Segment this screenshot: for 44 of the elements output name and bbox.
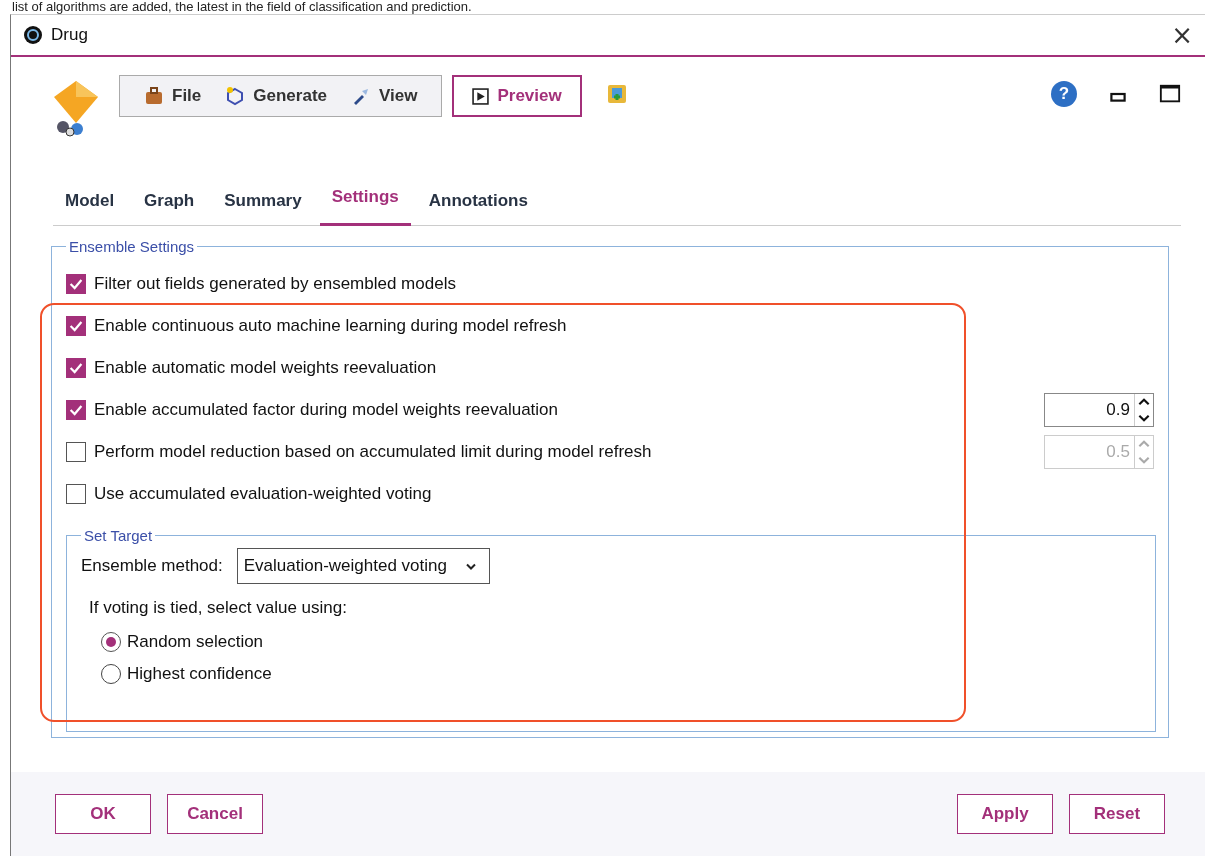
menu-item[interactable]: File (138, 84, 208, 108)
method-dropdown[interactable]: Evaluation-weighted voting (236, 548, 490, 584)
chevron-icon (464, 561, 477, 571)
checkbox[interactable] (66, 358, 86, 378)
hexagon-icon (225, 86, 246, 106)
field-label: Ensemble method: (81, 556, 223, 576)
dialog-button[interactable]: Apply (957, 794, 1053, 834)
window-title: Drug (51, 25, 88, 45)
dialog-button[interactable]: OK (55, 794, 151, 834)
checkbox[interactable] (66, 442, 86, 462)
preview-button[interactable]: Preview (452, 75, 582, 117)
dialog-button[interactable]: Cancel (167, 794, 263, 834)
caption-text: list of algorithms are added, the latest in the field of classification and prediction. (11, 0, 473, 14)
help-button[interactable]: ? (1051, 81, 1077, 107)
radio-label: Highest confidence (127, 664, 272, 684)
close-button[interactable]: × (1167, 20, 1197, 50)
tie-label: If voting is tied, select value using: (89, 598, 348, 618)
tab[interactable]: Graph (132, 183, 207, 226)
dialog-button[interactable]: Reset (1069, 794, 1165, 834)
checkbox-label: Enable continuous auto machine learning during model refresh (94, 316, 567, 336)
bag-icon (144, 86, 164, 106)
checkbox[interactable] (66, 484, 86, 504)
tab[interactable]: Settings (319, 183, 411, 226)
checkbox-label: Filter out fields generated by ensembled models (94, 274, 456, 294)
checkbox[interactable] (66, 400, 86, 420)
export-icon[interactable] (605, 83, 628, 105)
checkbox-label: Enable automatic model weights reevaluation (94, 358, 437, 378)
radio-label: Random selection (127, 632, 264, 652)
number-spinner[interactable]: 0.9 (1044, 393, 1154, 427)
gem-icon (51, 79, 101, 139)
tab[interactable]: Annotations (416, 183, 540, 226)
play-icon (472, 87, 490, 105)
group-legend: Set Target (81, 527, 156, 544)
group-legend: Ensemble Settings (66, 238, 198, 255)
checkbox-label: Perform model reduction based on accumulated limit during model refresh (94, 442, 652, 462)
menu-item[interactable]: Generate (219, 84, 333, 108)
checkbox-label: Use accumulated evaluation-weighted voting (94, 484, 432, 504)
tab[interactable]: Model (53, 183, 127, 226)
tab[interactable]: Summary (212, 183, 314, 226)
checkbox-label: Enable accumulated factor during model weights reevaluation (94, 400, 558, 420)
checkbox[interactable] (66, 274, 86, 294)
menu-item[interactable]: View (345, 84, 424, 108)
maximize-icon[interactable] (1159, 83, 1181, 105)
checkbox[interactable] (66, 316, 86, 336)
